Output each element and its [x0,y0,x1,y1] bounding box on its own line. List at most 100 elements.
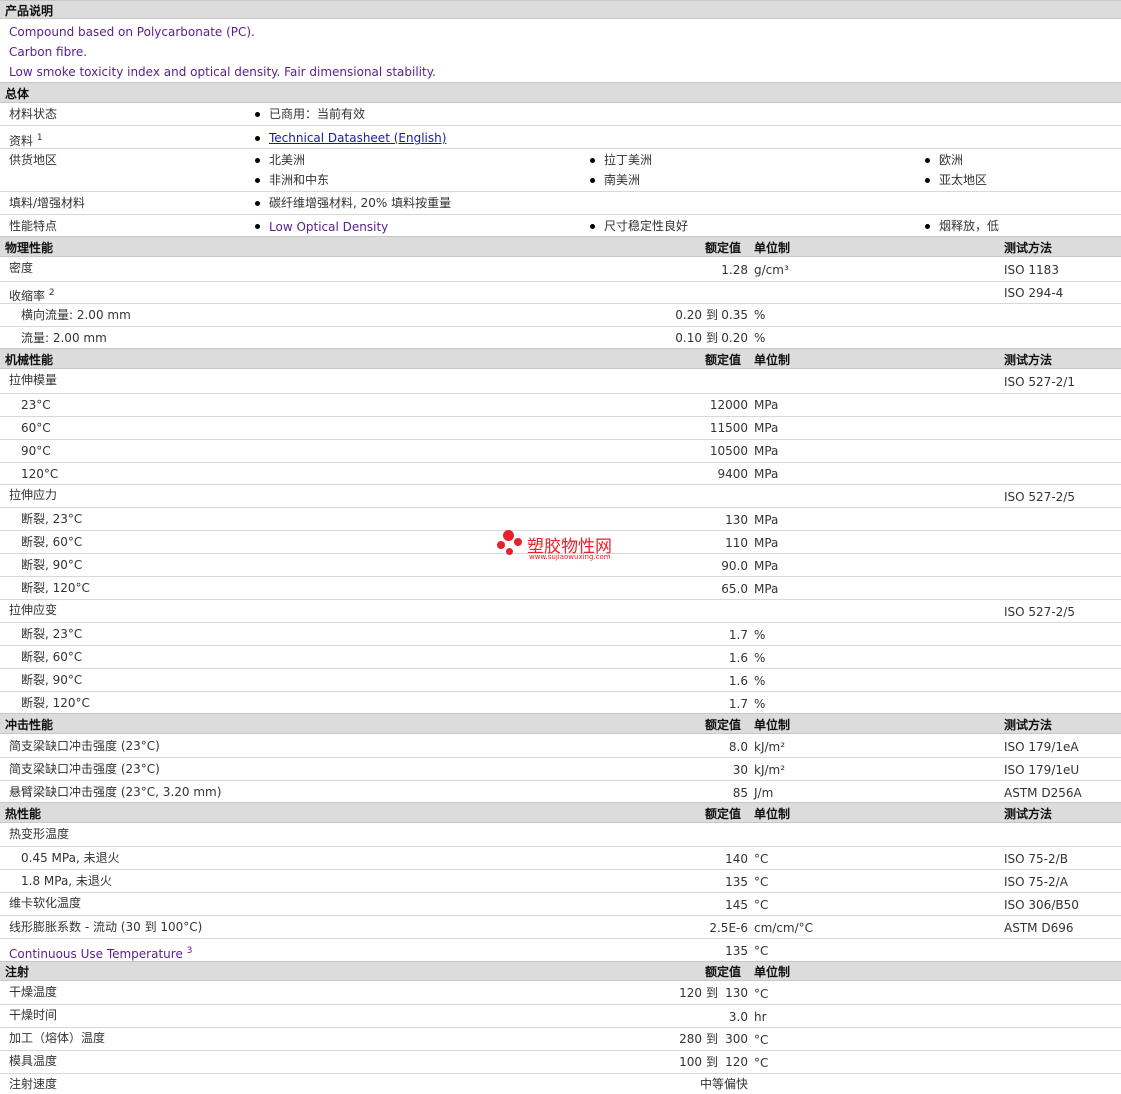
row-divider [0,507,1121,508]
row-divider [0,303,1121,304]
unit-header: 单位制 [754,807,791,821]
row-divider [0,869,1121,870]
property-label: 简支梁缺口冲击强度 (23°C) [9,739,160,753]
region-item: 北美洲 [269,153,306,167]
logo-dot-icon [503,530,514,541]
property-unit: MPa [754,513,779,527]
row-divider [0,668,1121,669]
property-unit: J/m [754,786,774,800]
range-to: 0.35 [721,308,748,322]
feature-item: 烟释放，低 [939,219,1000,233]
property-label: Continuous Use Temperature 3 [9,946,193,961]
unit-header: 单位制 [754,353,791,367]
row-divider [0,622,1121,623]
test-method: ISO 527-2/1 [1004,375,1075,389]
bullet-icon [255,201,260,206]
test-method: ISO 527-2/5 [1004,605,1075,619]
row-divider [0,416,1121,417]
sub-property-label: 0.45 MPa, 未退火 [21,851,120,865]
region-item: 非洲和中东 [269,173,330,187]
property-value: 1.7 [728,628,748,642]
method-header: 测试方法 [1004,241,1053,255]
material-status-label: 材料状态 [9,107,58,121]
property-unit: % [754,628,766,642]
range-from: 280 [679,1032,702,1046]
technical-datasheet-link[interactable]: Technical Datasheet (English) [269,131,446,145]
section-header-description: 产品说明 [0,0,1121,19]
section-header-general: 总体 [0,82,1121,103]
section-title: 热性能 [5,807,42,821]
section-title: 物理性能 [5,241,54,255]
property-value: 1.6 [728,674,748,688]
range-from: 0.20 [675,308,702,322]
section-header-impact: 冲击性能 额定值 单位制 测试方法 [0,713,1121,734]
property-unit: % [754,331,766,345]
test-method: ISO 179/1eA [1004,740,1079,754]
property-label: 加工（熔体）温度 [9,1031,106,1045]
sub-property-label: 断裂, 90°C [21,558,83,572]
property-unit: cm/cm/°C [754,921,814,935]
bullet-icon [255,136,260,141]
test-method: ISO 306/B50 [1004,898,1079,912]
nominal-header: 额定值 [705,353,742,367]
row-divider [0,757,1121,758]
description-line: Low smoke toxicity index and optical den… [9,65,436,79]
property-label: 悬臂梁缺口冲击强度 (23°C, 3.20 mm) [9,785,222,799]
material-status-value: 已商用：当前有效 [269,107,366,121]
section-header-mechanical: 机械性能 额定值 单位制 测试方法 [0,348,1121,369]
property-value: 8.0 [728,740,748,754]
section-title: 机械性能 [5,353,54,367]
property-value: 1.6 [728,651,748,665]
property-unit: °C [754,1056,769,1070]
property-label: 热变形温度 [9,827,70,841]
property-value: 10500 [709,444,748,458]
property-label: 拉伸应力 [9,488,58,502]
test-method: ISO 294-4 [1004,286,1064,300]
property-unit: °C [754,852,769,866]
test-method: ISO 75-2/A [1004,875,1068,889]
property-label: 注射速度 [9,1077,58,1091]
property-unit: % [754,674,766,688]
property-unit: kJ/m² [754,763,786,777]
bullet-icon [925,158,930,163]
watermark-logo: 塑胶物性网 www.sujiaowuxing.com [497,528,637,564]
test-method: ASTM D696 [1004,921,1074,935]
region-item: 南美洲 [604,173,641,187]
sub-property-label: 1.8 MPa, 未退火 [21,874,112,888]
row-divider [0,780,1121,781]
method-header: 测试方法 [1004,807,1053,821]
property-unit: MPa [754,467,779,481]
property-unit: MPa [754,398,779,412]
bullet-icon [255,112,260,117]
property-value: 2.5E-6 [709,921,748,935]
row-divider [0,462,1121,463]
region-item: 欧洲 [939,153,964,167]
row-divider [0,892,1121,893]
property-value: 130 [725,513,748,527]
sub-property-label: 23°C [21,398,51,412]
property-unit: °C [754,1033,769,1047]
nominal-header: 额定值 [705,965,742,979]
property-unit: % [754,651,766,665]
sub-property-label: 流量: 2.00 mm [21,331,107,345]
bullet-icon [925,178,930,183]
range-to: 300 [725,1032,748,1046]
range-from: 120 [679,986,702,1000]
row-divider [0,393,1121,394]
property-unit: % [754,697,766,711]
sub-property-label: 断裂, 60°C [21,535,83,549]
sub-property-label: 断裂, 90°C [21,673,83,687]
test-method: ASTM D256A [1004,786,1082,800]
property-label: 模具温度 [9,1054,58,1068]
filler-label: 填料/增强材料 [9,196,86,210]
row-divider [0,938,1121,939]
property-value: 110 [725,536,748,550]
property-unit: MPa [754,536,779,550]
region-item: 亚太地区 [939,173,988,187]
method-header: 测试方法 [1004,353,1053,367]
property-label: 维卡软化温度 [9,896,82,910]
property-value: 85 [732,786,748,800]
range-word: 到 [706,1032,719,1046]
property-label: 密度 [9,261,34,275]
sub-property-label: 断裂, 120°C [21,581,90,595]
